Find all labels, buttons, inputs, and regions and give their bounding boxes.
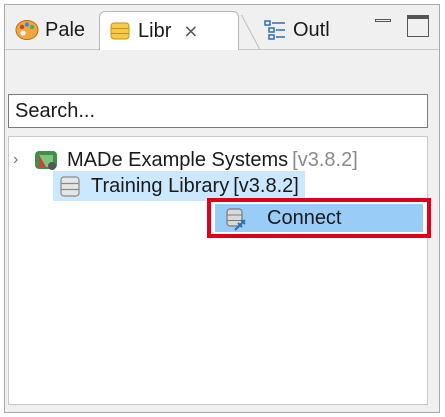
tree-item-label: Training Library xyxy=(91,174,230,197)
library-icon xyxy=(108,19,132,43)
tab-palette-label: Pale xyxy=(45,18,86,41)
database-icon xyxy=(57,173,83,199)
menu-item-connect[interactable]: Connect xyxy=(215,204,423,232)
tab-library-label: Libr xyxy=(138,19,172,42)
tab-palette[interactable]: Pale xyxy=(9,11,97,49)
tab-outline[interactable]: Outl xyxy=(251,11,341,49)
maximize-icon[interactable] xyxy=(407,15,429,37)
connect-icon xyxy=(223,206,247,231)
tab-bar: Pale Libr ⨯ Outl xyxy=(5,5,439,50)
context-menu: Connect xyxy=(207,198,431,238)
minimize-icon[interactable] xyxy=(372,15,394,37)
outline-icon xyxy=(263,18,287,42)
version-label: [v3.8.2] xyxy=(292,148,358,171)
tab-library[interactable]: Libr ⨯ xyxy=(99,11,239,50)
palette-icon xyxy=(15,18,39,42)
tree-item-label: MADe Example Systems xyxy=(67,148,289,171)
close-icon[interactable]: ⨯ xyxy=(183,21,198,42)
view-toolbar xyxy=(5,50,439,94)
expand-icon[interactable]: › xyxy=(13,151,18,169)
library-tree: › MADe Example Systems [v3.8.2] Training… xyxy=(8,136,428,405)
menu-item-label: Connect xyxy=(267,206,342,229)
search-input[interactable] xyxy=(8,94,428,128)
tree-item-training-library[interactable]: Training Library [v3.8.2] xyxy=(53,171,305,201)
systems-icon xyxy=(33,147,59,173)
tab-outline-label: Outl xyxy=(293,18,330,41)
version-label: [v3.8.2] xyxy=(233,174,299,197)
